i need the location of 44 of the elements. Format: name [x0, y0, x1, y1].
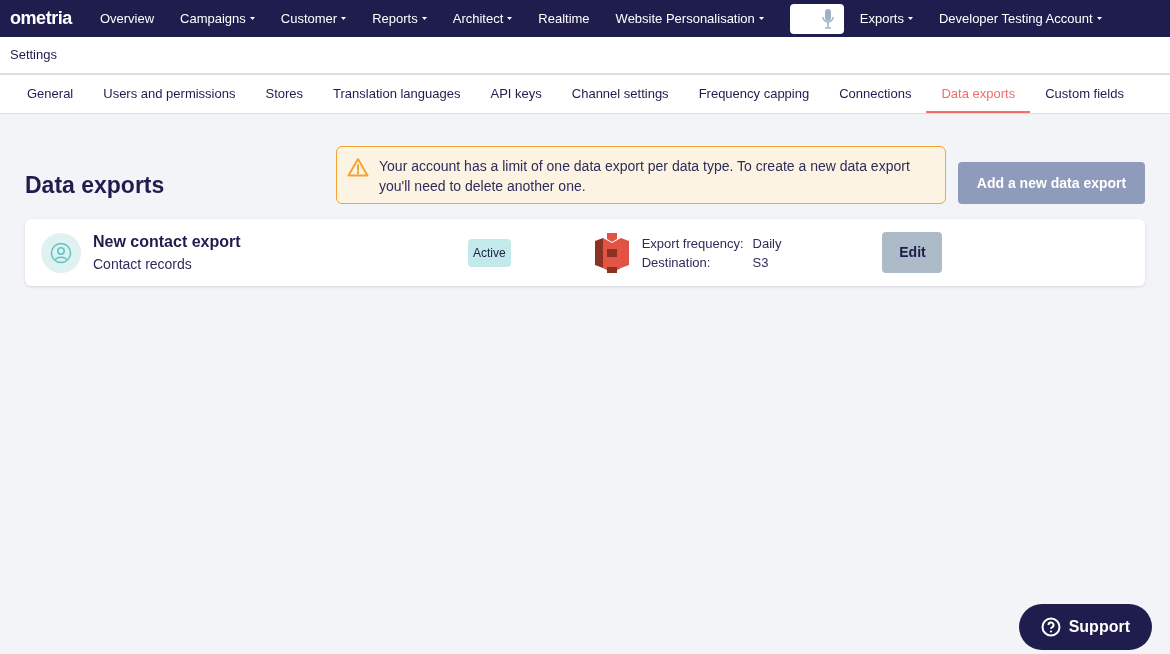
page-title: Data exports — [25, 170, 166, 200]
caret-icon — [907, 17, 913, 20]
nav-menu-item[interactable]: Customer — [280, 8, 347, 29]
nav-menu-item[interactable]: Campaigns — [180, 8, 255, 29]
caret-icon — [758, 17, 764, 20]
caret-icon — [507, 17, 513, 20]
caret-icon — [341, 17, 347, 20]
settings-tab[interactable]: Connections — [824, 75, 927, 113]
detail-label: Destination: — [641, 253, 712, 272]
settings-tab[interactable]: Users and permissions — [88, 75, 251, 113]
caret-icon — [421, 17, 427, 20]
settings-tab[interactable]: General — [12, 75, 89, 113]
status-badge: Active — [468, 238, 511, 267]
detail-label: Export frequency: — [641, 234, 744, 253]
settings-tab[interactable]: Channel settings — [556, 75, 684, 113]
breadcrumb[interactable]: Settings — [10, 45, 57, 65]
settings-tab[interactable]: Frequency capping — [683, 75, 825, 113]
nav-menu-item[interactable]: Reports — [372, 8, 427, 29]
detail-value: Daily — [752, 234, 782, 253]
nav-menu-item[interactable]: Realtime — [538, 8, 590, 29]
caret-icon — [249, 17, 255, 20]
nav-menu-item[interactable]: Overview — [99, 8, 155, 29]
help-icon — [1040, 617, 1061, 637]
ometria-logo[interactable]: ometria — [10, 5, 72, 32]
contact-icon — [41, 232, 81, 273]
export-name: New contact export — [93, 232, 242, 252]
microphone-icon — [821, 7, 834, 30]
settings-tab[interactable]: API keys — [475, 75, 557, 113]
nav-menu-item[interactable]: Developer Testing Account — [938, 8, 1102, 29]
export-type: Contact records — [93, 255, 193, 274]
nav-menu-item[interactable]: Exports — [859, 8, 913, 29]
edit-button[interactable]: Edit — [882, 232, 943, 273]
settings-tab[interactable]: Translation languages — [318, 75, 476, 113]
warning-message: Your account has a limit of one data export per data type. To create a new data export you'll need to delete another one. — [379, 157, 911, 196]
s3-bucket-icon — [594, 232, 629, 273]
support-button[interactable]: Support — [1018, 604, 1152, 650]
caret-icon — [1096, 17, 1102, 20]
settings-tab[interactable]: Stores — [250, 75, 319, 113]
settings-tab[interactable]: Custom fields — [1030, 75, 1139, 113]
nav-menu-item[interactable]: Website Personalisation — [615, 8, 764, 29]
nav-menu-item[interactable]: Architect — [452, 8, 513, 29]
warning-icon — [347, 157, 369, 177]
detail-value: S3 — [752, 253, 770, 272]
voice-search-button[interactable] — [789, 3, 844, 34]
